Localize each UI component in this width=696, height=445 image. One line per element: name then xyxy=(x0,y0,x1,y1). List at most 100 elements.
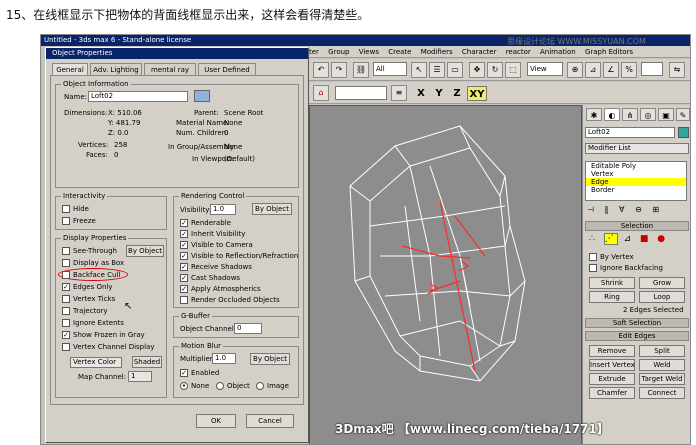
menu-item[interactable]: Animation xyxy=(540,48,576,56)
axis-z-button[interactable]: Z xyxy=(449,86,465,101)
axis-xy-button[interactable]: XY xyxy=(467,86,487,101)
apply-atmospherics-checkbox[interactable]: ✓ Apply Atmospherics xyxy=(180,285,261,294)
stack-item-vertex[interactable]: Vertex xyxy=(586,170,686,178)
menu-item[interactable]: Views xyxy=(359,48,379,56)
perspective-viewport[interactable] xyxy=(309,105,582,444)
by-vertex-checkbox[interactable]: By Vertex xyxy=(589,253,634,262)
shrink-button[interactable]: Shrink xyxy=(589,277,635,289)
pivot-icon[interactable]: ⊕ xyxy=(567,62,583,78)
see-through-checkbox[interactable]: See-Through xyxy=(62,247,117,256)
selection-rollout[interactable]: Selection xyxy=(585,221,689,231)
scale-icon[interactable]: ⬚ xyxy=(505,62,521,78)
angle-snap-icon[interactable]: ∠ xyxy=(603,62,619,78)
modifier-list-dropdown[interactable]: Modifier List xyxy=(585,143,689,154)
motion-tab-icon[interactable]: ◎ xyxy=(640,108,656,121)
stack-tools-icons[interactable]: ⊣ ‖ ∀ ⊖ ⊞ xyxy=(587,205,689,217)
renderable-checkbox[interactable]: ✓ Renderable xyxy=(180,219,231,228)
layer-manager-icon[interactable]: ≡ xyxy=(391,85,407,101)
snap-icon[interactable]: ⊿ xyxy=(585,62,601,78)
target-weld-button[interactable]: Target Weld xyxy=(639,373,685,385)
shaded-button[interactable]: Shaded xyxy=(132,356,162,368)
receive-shadows-checkbox[interactable]: ✓ Receive Shadows xyxy=(180,263,252,272)
select-by-name-icon[interactable]: ☰ xyxy=(429,62,445,78)
object-name-field[interactable]: Loft02 xyxy=(585,127,675,138)
percent-snap-icon[interactable]: % xyxy=(621,62,637,78)
show-frozen-gray-checkbox[interactable]: ✓ Show Frozen in Gray xyxy=(62,331,145,340)
object-color-swatch[interactable] xyxy=(194,90,210,102)
rect-select-icon[interactable]: ▭ xyxy=(447,62,463,78)
backface-cull-checkbox[interactable]: Backface Cull xyxy=(62,271,120,280)
modify-tab-icon[interactable]: ◐ xyxy=(604,108,620,121)
remove-button[interactable]: Remove xyxy=(589,345,635,357)
mirror-icon[interactable]: ⇋ xyxy=(669,62,685,78)
named-selection-dropdown[interactable] xyxy=(641,62,663,76)
name-field[interactable]: Loft02 xyxy=(88,91,188,102)
layer-dropdown[interactable] xyxy=(335,86,387,100)
rotate-icon[interactable]: ↻ xyxy=(487,62,503,78)
insert-vertex-button[interactable]: Insert Vertex xyxy=(589,359,635,371)
menu-item[interactable]: Modifiers xyxy=(421,48,453,56)
redo-icon[interactable]: ↷ xyxy=(331,62,347,78)
axis-y-button[interactable]: Y xyxy=(431,86,447,101)
menu-item[interactable]: Graph Editors xyxy=(585,48,633,56)
split-button[interactable]: Split xyxy=(639,345,685,357)
selection-filter-dropdown[interactable]: All xyxy=(373,62,407,76)
extrude-button[interactable]: Extrude xyxy=(589,373,635,385)
object-color-swatch[interactable] xyxy=(678,127,689,138)
motion-enabled-checkbox[interactable]: ✓ Enabled xyxy=(180,369,219,378)
motion-none-radio[interactable]: • None xyxy=(180,382,209,391)
reference-coord-dropdown[interactable]: View xyxy=(527,62,563,76)
cancel-button[interactable]: Cancel xyxy=(246,414,294,428)
display-by-object-button[interactable]: By Object xyxy=(126,245,164,257)
soft-selection-rollout[interactable]: Soft Selection xyxy=(585,318,689,328)
edit-edges-rollout[interactable]: Edit Edges xyxy=(585,331,689,341)
ignore-extents-checkbox[interactable]: Ignore Extents xyxy=(62,319,124,328)
vertex-color-dropdown[interactable]: Vertex Color xyxy=(70,357,122,368)
visible-reflection-checkbox[interactable]: ✓ Visible to Reflection/Refraction xyxy=(180,252,298,261)
visibility-spinner[interactable]: 1.0 xyxy=(210,204,236,215)
motion-by-object-button[interactable]: By Object xyxy=(250,353,290,365)
ring-button[interactable]: Ring xyxy=(589,291,635,303)
menu-item[interactable]: Create xyxy=(388,48,411,56)
hierarchy-tab-icon[interactable]: ⋔ xyxy=(622,108,638,121)
motion-object-radio[interactable]: Object xyxy=(216,382,250,391)
utilities-tab-icon[interactable]: ✎ xyxy=(676,108,690,121)
connect-button[interactable]: Connect xyxy=(639,387,685,399)
ok-button[interactable]: OK xyxy=(196,414,236,428)
menu-item[interactable]: Character xyxy=(462,48,497,56)
render-icon[interactable]: ⌂ xyxy=(313,85,329,101)
motion-image-radio[interactable]: Image xyxy=(256,382,289,391)
grow-button[interactable]: Grow xyxy=(639,277,685,289)
stack-item-edge[interactable]: Edge xyxy=(586,178,686,186)
rendering-by-object-button[interactable]: By Object xyxy=(252,203,292,215)
menu-item[interactable]: ter xyxy=(309,48,319,56)
axis-x-button[interactable]: X xyxy=(413,86,429,101)
multiplier-spinner[interactable]: 1.0 xyxy=(212,353,236,364)
map-channel-spinner[interactable]: 1 xyxy=(128,371,152,382)
trajectory-checkbox[interactable]: Trajectory xyxy=(62,307,108,316)
stack-item-editable-poly[interactable]: Editable Poly xyxy=(586,162,686,170)
visible-camera-checkbox[interactable]: ✓ Visible to Camera xyxy=(180,241,253,250)
object-channel-spinner[interactable]: 0 xyxy=(234,323,262,334)
ignore-backfacing-checkbox[interactable]: Ignore Backfacing xyxy=(589,264,663,273)
loop-button[interactable]: Loop xyxy=(639,291,685,303)
select-icon[interactable]: ↖ xyxy=(411,62,427,78)
move-icon[interactable]: ✥ xyxy=(469,62,485,78)
create-tab-icon[interactable]: ✱ xyxy=(586,108,602,121)
subobject-icons[interactable]: ∴ ⋰ ⊿ ■ ● xyxy=(589,233,689,248)
display-as-box-checkbox[interactable]: Display as Box xyxy=(62,259,124,268)
edges-only-checkbox[interactable]: ✓ Edges Only xyxy=(62,283,113,292)
menu-item[interactable]: reactor xyxy=(506,48,531,56)
render-occluded-checkbox[interactable]: Render Occluded Objects xyxy=(180,296,280,305)
weld-button[interactable]: Weld xyxy=(639,359,685,371)
link-icon[interactable]: ⛓ xyxy=(353,62,369,78)
inherit-visibility-checkbox[interactable]: ✓ Inherit Visibility xyxy=(180,230,245,239)
stack-item-border[interactable]: Border xyxy=(586,186,686,194)
chamfer-button[interactable]: Chamfer xyxy=(589,387,635,399)
undo-icon[interactable]: ↶ xyxy=(313,62,329,78)
freeze-checkbox[interactable]: Freeze xyxy=(62,217,96,226)
cast-shadows-checkbox[interactable]: ✓ Cast Shadows xyxy=(180,274,240,283)
menu-item[interactable]: Group xyxy=(328,48,349,56)
vertex-channel-checkbox[interactable]: Vertex Channel Display xyxy=(62,343,155,352)
display-tab-icon[interactable]: ▣ xyxy=(658,108,674,121)
